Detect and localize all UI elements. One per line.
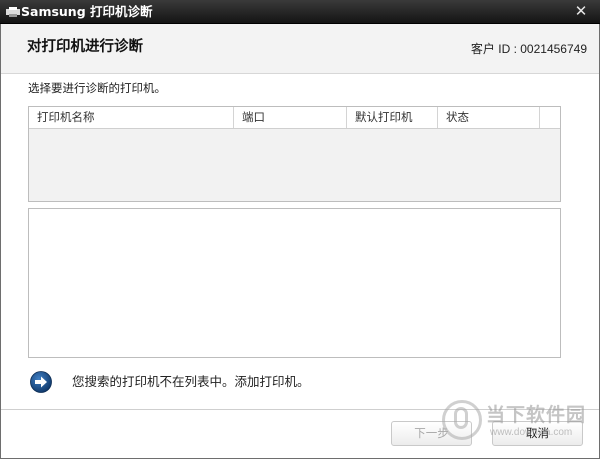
printer-list-table[interactable]: 打印机名称 端口 默认打印机 状态 xyxy=(28,106,561,202)
instruction-text: 选择要进行诊断的打印机。 xyxy=(28,81,166,95)
next-button[interactable]: 下一步 xyxy=(391,421,472,446)
table-body[interactable] xyxy=(29,129,560,201)
table-header: 打印机名称 端口 默认打印机 状态 xyxy=(29,107,560,129)
column-header-port[interactable]: 端口 xyxy=(234,107,347,128)
customer-id: 客户 ID : 0021456749 xyxy=(470,42,587,56)
window-title: Samsung 打印机诊断 xyxy=(21,4,153,19)
footer-divider xyxy=(1,409,599,410)
page-title: 对打印机进行诊断 xyxy=(27,39,143,55)
column-header-default-printer[interactable]: 默认打印机 xyxy=(347,107,438,128)
arrow-right-circle-icon[interactable] xyxy=(30,371,52,393)
column-header-printer-name[interactable]: 打印机名称 xyxy=(29,107,234,128)
printer-icon xyxy=(6,7,20,17)
title-bar: Samsung 打印机诊断 ✕ xyxy=(0,0,600,24)
close-button[interactable]: ✕ xyxy=(571,3,591,20)
add-printer-link[interactable]: 您搜索的打印机不在列表中。添加打印机。 xyxy=(72,373,310,391)
details-panel xyxy=(28,208,561,358)
column-header-status[interactable]: 状态 xyxy=(438,107,540,128)
cancel-button[interactable]: 取消 xyxy=(492,421,583,446)
